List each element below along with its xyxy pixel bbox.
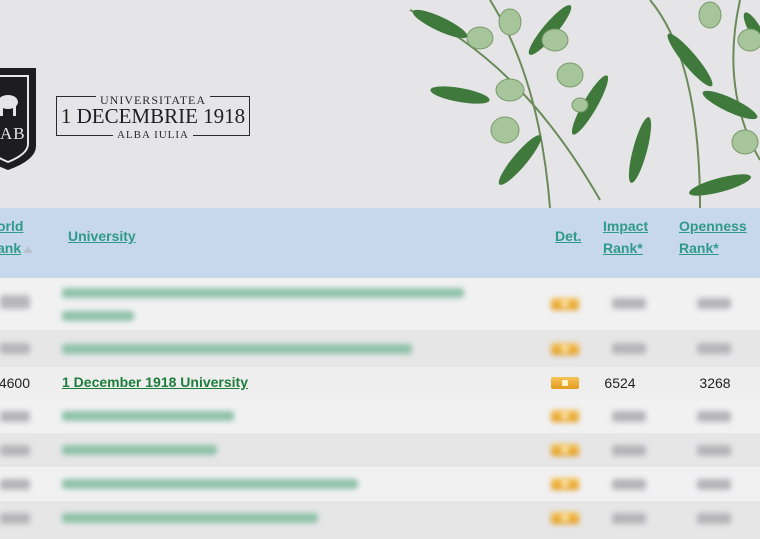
table-row-highlighted[interactable]: 4600 1 December 1918 University 6524 326… xyxy=(0,367,760,399)
det-badge xyxy=(551,478,579,490)
blurred-university-link xyxy=(62,411,234,421)
blurred-impact xyxy=(612,298,646,309)
det-badge xyxy=(551,343,579,355)
blurred-openness xyxy=(697,513,731,524)
university-link[interactable]: 1 December 1918 University xyxy=(62,371,482,394)
olive-branch-icon xyxy=(409,0,760,208)
blurred-university-link xyxy=(62,513,318,523)
column-world-rank-header[interactable]: orld ank xyxy=(0,215,34,259)
blurred-impact xyxy=(612,343,646,354)
blurred-rank xyxy=(0,479,30,490)
blurred-impact xyxy=(612,411,646,422)
blurred-impact xyxy=(612,445,646,456)
table-row-blurred xyxy=(0,467,760,501)
blurred-rank xyxy=(0,411,30,422)
table-row-blurred xyxy=(0,330,760,367)
ranking-table-header: orld ank University Det. Impact Rank* Op… xyxy=(0,208,760,278)
blurred-university-link xyxy=(62,311,134,321)
column-openness-rank-header[interactable]: Openness Rank* xyxy=(679,215,747,259)
det-badge xyxy=(551,410,579,422)
shield-initials: AB xyxy=(0,124,26,143)
column-university-header[interactable]: University xyxy=(68,225,136,247)
table-row-blurred xyxy=(0,399,760,433)
blurred-openness xyxy=(697,298,731,309)
impact-rank-cell: 6524 xyxy=(604,375,636,391)
blurred-openness xyxy=(697,411,731,422)
openness-rank-cell: 3268 xyxy=(699,375,731,391)
blurred-rank xyxy=(0,445,30,456)
logo-line-name: 1 DECEMBRIE 1918 xyxy=(60,104,246,128)
blurred-university-link xyxy=(62,479,358,489)
sort-ascending-icon xyxy=(23,245,34,253)
table-row-blurred xyxy=(0,278,760,330)
table-row-blurred xyxy=(0,433,760,467)
column-impact-rank-header[interactable]: Impact Rank* xyxy=(603,215,648,259)
det-badge xyxy=(551,298,579,310)
blurred-university-link xyxy=(62,344,412,354)
det-badge[interactable] xyxy=(551,377,579,389)
blurred-rank xyxy=(0,513,30,524)
blurred-rank xyxy=(0,295,30,309)
blurred-impact xyxy=(612,479,646,490)
blurred-university-link xyxy=(62,288,464,298)
blurred-impact xyxy=(612,513,646,524)
det-badge xyxy=(551,444,579,456)
blurred-openness xyxy=(697,343,731,354)
blurred-openness xyxy=(697,445,731,456)
logo-line-city: ALBA IULIA xyxy=(56,129,250,141)
page-header: AB UNIVERSITATEA 1 DECEMBRIE 1918 ALBA I… xyxy=(0,0,760,208)
university-shield-logo xyxy=(0,68,36,170)
det-badge xyxy=(551,512,579,524)
blurred-university-link xyxy=(62,445,217,455)
world-rank-cell: 4600 xyxy=(0,375,30,391)
table-row-blurred xyxy=(0,501,760,539)
blurred-rank xyxy=(0,343,30,354)
blurred-openness xyxy=(697,479,731,490)
column-det-header[interactable]: Det. xyxy=(555,225,581,247)
